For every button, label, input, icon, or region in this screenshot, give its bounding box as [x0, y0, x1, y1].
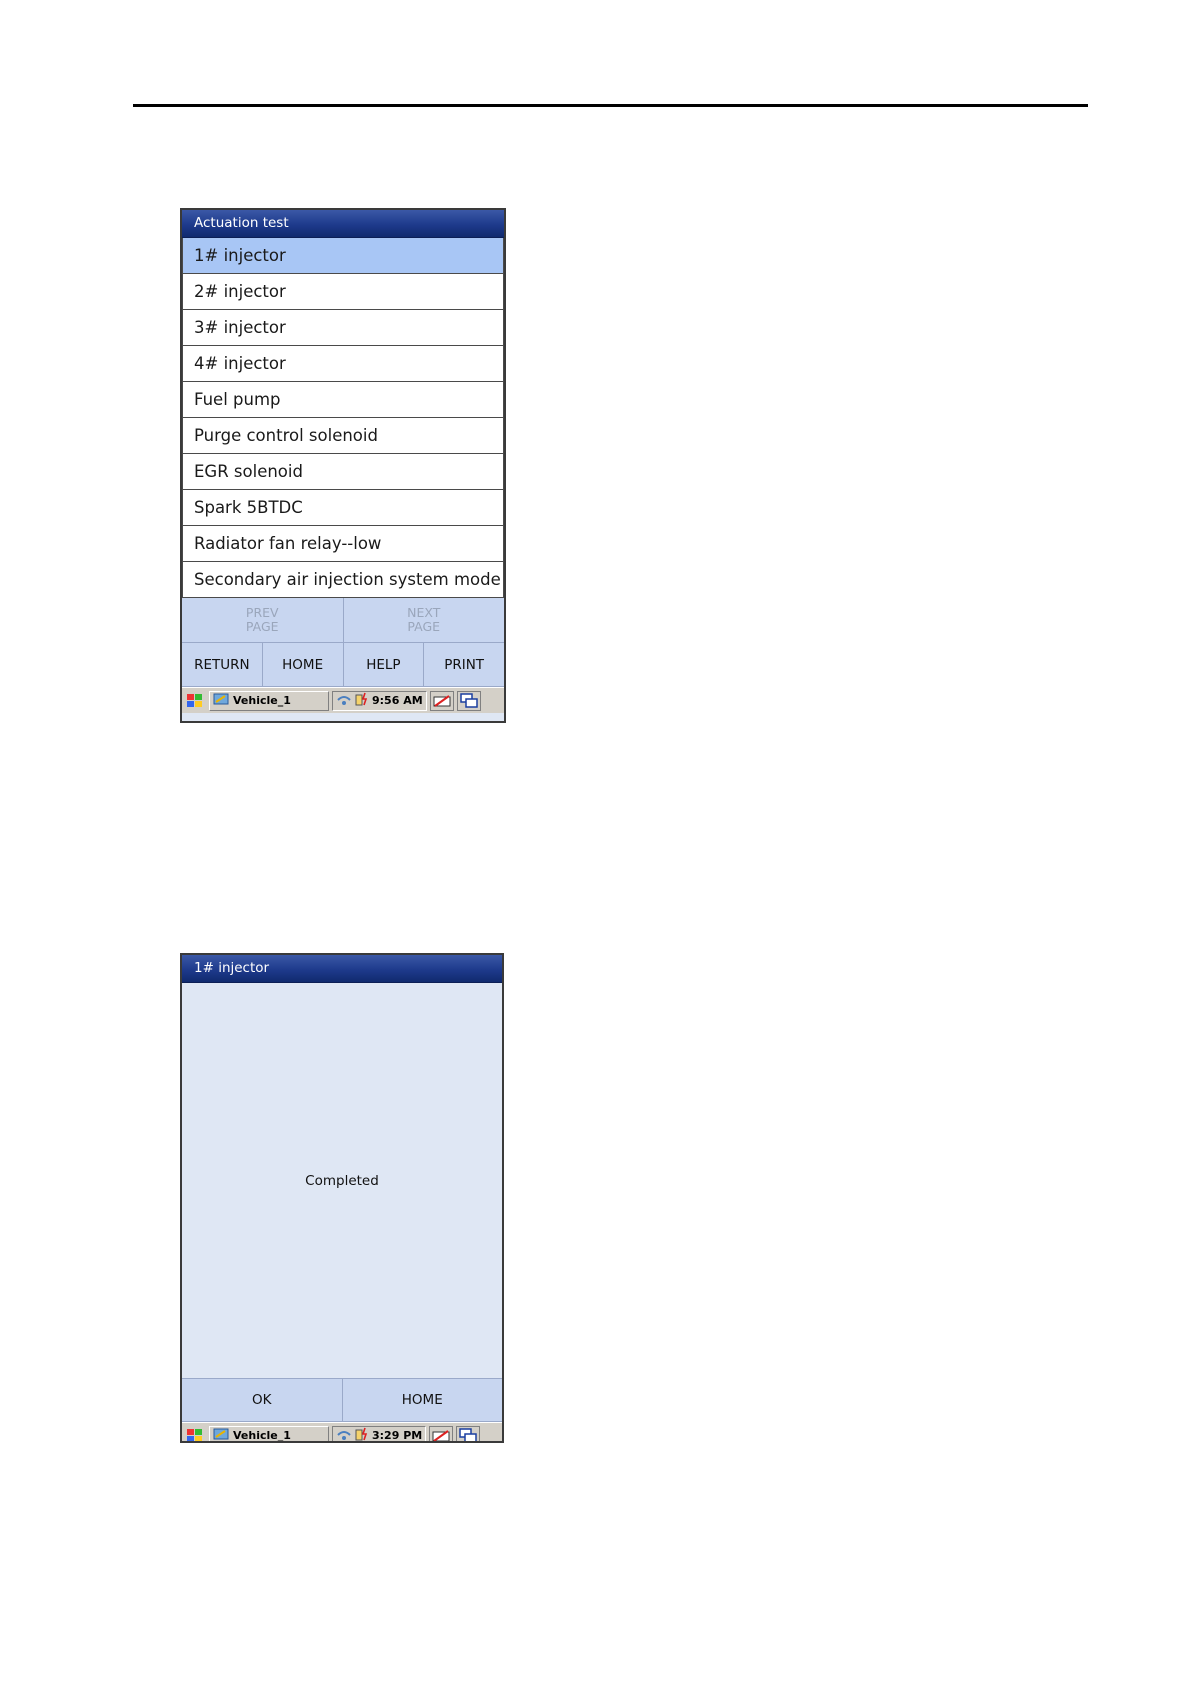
- page-top-rule: [133, 104, 1088, 107]
- home-button[interactable]: HOME: [262, 643, 344, 687]
- network-icon: [336, 1427, 352, 1441]
- menu-item-3-injector[interactable]: 3# injector: [182, 310, 504, 346]
- vehicle-app-icon: [213, 692, 229, 709]
- menu-item-secondary-air-injection[interactable]: Secondary air injection system mode: [182, 562, 504, 598]
- menu-item-2-injector[interactable]: 2# injector: [182, 274, 504, 310]
- taskbar: Vehicle_1 9:56 AM: [182, 687, 504, 713]
- windows-start-icon[interactable]: [184, 1426, 206, 1441]
- taskbar-task-label: Vehicle_1: [233, 694, 291, 707]
- menu-item-radiator-fan-relay-low[interactable]: Radiator fan relay--low: [182, 526, 504, 562]
- status-message: Completed: [305, 1172, 379, 1189]
- prev-page-label-line1: PREV: [245, 605, 279, 620]
- action-button-row: OK HOME: [182, 1378, 502, 1422]
- window-switcher-icon[interactable]: [456, 1425, 481, 1441]
- prev-page-button[interactable]: PREV PAGE: [182, 598, 344, 643]
- window-title: 1# injector: [182, 955, 502, 983]
- window-switcher-icon[interactable]: [456, 690, 481, 711]
- system-tray: 3:29 PM: [332, 1425, 427, 1442]
- menu-item-4-injector[interactable]: 4# injector: [182, 346, 504, 382]
- actuation-menu: 1# injector 2# injector 3# injector 4# i…: [182, 238, 504, 598]
- menu-item-1-injector[interactable]: 1# injector: [182, 238, 504, 274]
- menu-item-purge-control-solenoid[interactable]: Purge control solenoid: [182, 418, 504, 454]
- keyboard-input-icon[interactable]: [429, 1425, 454, 1441]
- taskbar-task-label: Vehicle_1: [233, 1429, 291, 1442]
- clock-time: 3:29 PM: [372, 1429, 423, 1442]
- system-tray: 9:56 AM: [332, 690, 427, 711]
- network-icon: [336, 692, 352, 709]
- print-button[interactable]: PRINT: [424, 643, 504, 687]
- return-button[interactable]: RETURN: [182, 643, 263, 687]
- windows-start-icon[interactable]: [184, 691, 206, 711]
- clock-time: 9:56 AM: [372, 694, 423, 707]
- menu-item-spark-5btdc[interactable]: Spark 5BTDC: [182, 490, 504, 526]
- vehicle-app-icon: [213, 1427, 229, 1441]
- taskbar-task-vehicle[interactable]: Vehicle_1: [209, 1425, 329, 1442]
- battery-charging-icon: [355, 1427, 369, 1441]
- injector-result-screen: 1# injector Completed OK HOME Vehicle_1 …: [180, 953, 504, 1443]
- action-button-row: RETURN HOME HELP PRINT: [182, 643, 504, 687]
- keyboard-input-icon[interactable]: [429, 690, 454, 711]
- page-nav-row: PREV PAGE NEXT PAGE: [182, 598, 504, 643]
- home-button[interactable]: HOME: [342, 1379, 502, 1422]
- next-page-label-line1: NEXT: [407, 605, 441, 620]
- next-page-button[interactable]: NEXT PAGE: [343, 598, 504, 643]
- battery-charging-icon: [355, 692, 369, 709]
- result-content: Completed: [182, 983, 502, 1378]
- actuation-test-screen: Actuation test 1# injector 2# injector 3…: [180, 208, 506, 723]
- prev-page-label-line2: PAGE: [245, 619, 279, 634]
- help-button[interactable]: HELP: [343, 643, 425, 687]
- menu-item-fuel-pump[interactable]: Fuel pump: [182, 382, 504, 418]
- window-title: Actuation test: [182, 210, 504, 238]
- menu-item-egr-solenoid[interactable]: EGR solenoid: [182, 454, 504, 490]
- taskbar-task-vehicle[interactable]: Vehicle_1: [209, 690, 329, 711]
- taskbar: Vehicle_1 3:29 PM: [182, 1422, 502, 1442]
- ok-button[interactable]: OK: [182, 1379, 343, 1422]
- next-page-label-line2: PAGE: [407, 619, 441, 634]
